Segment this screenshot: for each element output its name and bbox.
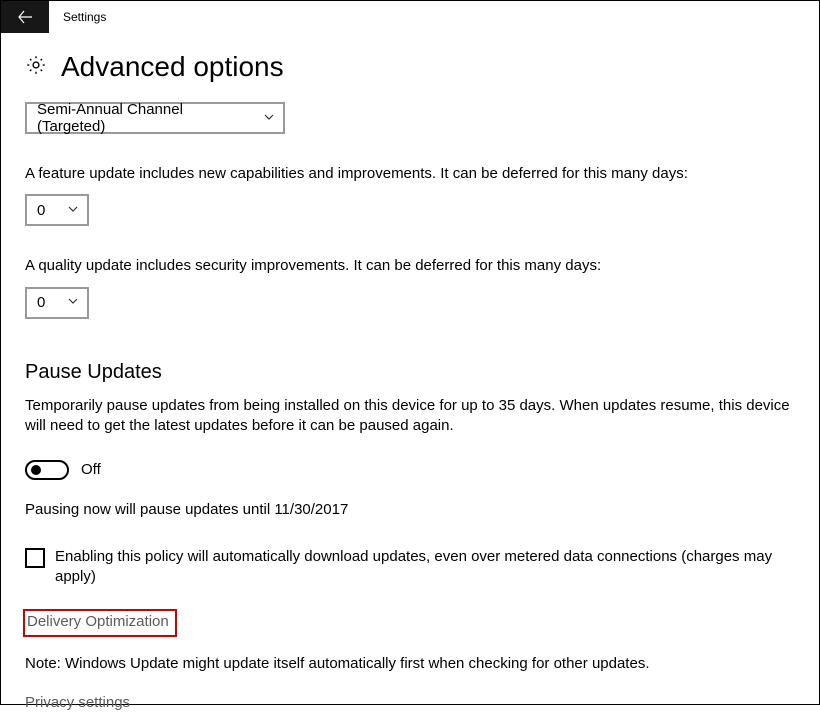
- chevron-down-icon: [67, 294, 79, 311]
- pause-note: Pausing now will pause updates until 11/…: [25, 500, 795, 520]
- back-button[interactable]: [1, 1, 49, 33]
- feature-defer-value: 0: [37, 202, 45, 219]
- quality-defer-dropdown[interactable]: 0: [25, 287, 89, 319]
- pause-toggle[interactable]: [25, 460, 69, 480]
- update-note: Note: Windows Update might update itself…: [25, 655, 795, 672]
- channel-dropdown[interactable]: Semi-Annual Channel (Targeted): [25, 102, 285, 134]
- channel-selected: Semi-Annual Channel (Targeted): [37, 101, 255, 135]
- chevron-down-icon: [263, 110, 275, 127]
- feature-defer-dropdown[interactable]: 0: [25, 194, 89, 226]
- quality-defer-value: 0: [37, 294, 45, 311]
- metered-label: Enabling this policy will automatically …: [55, 547, 795, 588]
- toggle-knob: [31, 465, 41, 475]
- app-title: Settings: [63, 10, 106, 24]
- gear-icon: [25, 54, 47, 81]
- arrow-left-icon: [17, 9, 33, 25]
- feature-update-description: A feature update includes new capabiliti…: [25, 164, 795, 184]
- pause-toggle-label: Off: [81, 460, 101, 480]
- pause-updates-description: Temporarily pause updates from being ins…: [25, 396, 795, 437]
- delivery-optimization-highlight: Delivery Optimization: [23, 609, 177, 637]
- quality-update-description: A quality update includes security impro…: [25, 256, 795, 276]
- pause-updates-title: Pause Updates: [25, 361, 795, 384]
- chevron-down-icon: [67, 202, 79, 219]
- page-title: Advanced options: [61, 51, 284, 83]
- metered-checkbox[interactable]: [25, 548, 45, 568]
- delivery-optimization-link[interactable]: Delivery Optimization: [27, 613, 169, 630]
- privacy-settings-link[interactable]: Privacy settings: [25, 694, 130, 711]
